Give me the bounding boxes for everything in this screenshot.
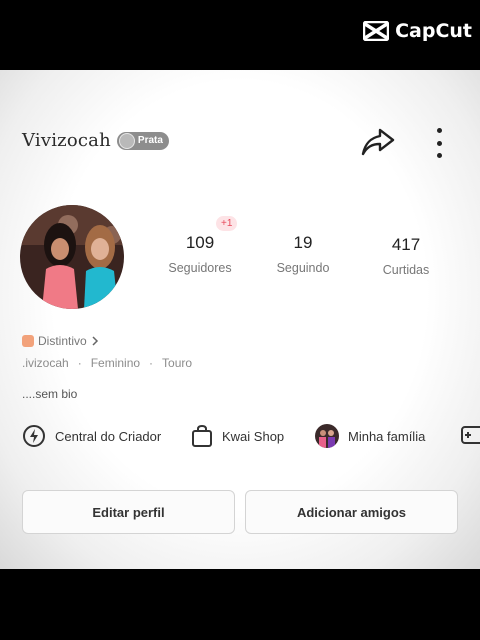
capcut-text: CapCut — [395, 20, 472, 42]
more-options-button[interactable] — [434, 128, 444, 158]
followers-stat[interactable]: 109 Seguidores — [155, 233, 245, 275]
gamepad-icon — [461, 426, 480, 444]
profile-header: Vivizocah Prata — [22, 130, 169, 151]
distintivo-link[interactable]: Distintivo — [22, 334, 99, 348]
shortcut-label: Kwai Shop — [222, 428, 285, 444]
badge-label: Prata — [137, 135, 163, 146]
separator: · — [77, 356, 82, 370]
shortcut-label: Central do Criador — [55, 428, 162, 444]
profile-meta: .ivizocah · Feminino · Touro — [22, 356, 192, 370]
likes-count: 417 — [391, 235, 421, 254]
bio-text[interactable]: ....sem bio — [22, 387, 77, 401]
following-count: 19 — [293, 233, 313, 252]
zodiac: Touro — [162, 356, 193, 370]
profile-avatar[interactable] — [20, 205, 124, 309]
add-friends-button[interactable]: Adicionar amigos — [245, 490, 458, 534]
new-followers-badge: +1 — [216, 216, 238, 231]
share-button[interactable] — [360, 126, 396, 163]
likes-stat[interactable]: 417 Curtidas — [361, 235, 451, 277]
following-label: Seguindo — [276, 261, 330, 275]
dot-icon — [436, 128, 442, 133]
edit-profile-button[interactable]: Editar perfil — [22, 490, 235, 534]
level-badge[interactable]: Prata — [116, 131, 169, 150]
gender: Feminino — [90, 356, 141, 370]
chevron-right-icon — [92, 336, 98, 346]
distintivo-icon — [22, 335, 34, 347]
shortcut-games[interactable] — [460, 424, 480, 446]
profile-screen: Vivizocah Prata +1 109 Seguidores 19 Seg… — [0, 70, 480, 569]
shortcut-kwai-shop[interactable]: Kwai Shop — [191, 424, 284, 448]
avatar-photo — [20, 205, 124, 309]
username: Vivizocah — [22, 130, 111, 151]
likes-label: Curtidas — [382, 263, 430, 277]
dot-icon — [436, 140, 442, 146]
share-icon — [361, 128, 395, 156]
shortcut-creator-center[interactable]: Central do Criador — [22, 424, 161, 448]
shopping-bag-icon — [192, 424, 212, 447]
dot-icon — [436, 153, 442, 158]
shortcut-label: Minha família — [348, 428, 426, 444]
followers-count: 109 — [185, 233, 215, 252]
distintivo-label: Distintivo — [38, 334, 87, 348]
separator: · — [149, 356, 154, 370]
medal-icon — [118, 132, 135, 149]
user-id: .ivizocah — [22, 356, 69, 370]
capcut-logo-icon — [363, 21, 390, 41]
following-stat[interactable]: 19 Seguindo — [258, 233, 348, 275]
lightning-icon — [23, 425, 45, 447]
followers-label: Seguidores — [168, 261, 232, 275]
shortcut-my-family[interactable]: Minha família — [315, 424, 425, 448]
capcut-watermark: CapCut — [363, 20, 472, 42]
family-avatar — [315, 424, 339, 448]
